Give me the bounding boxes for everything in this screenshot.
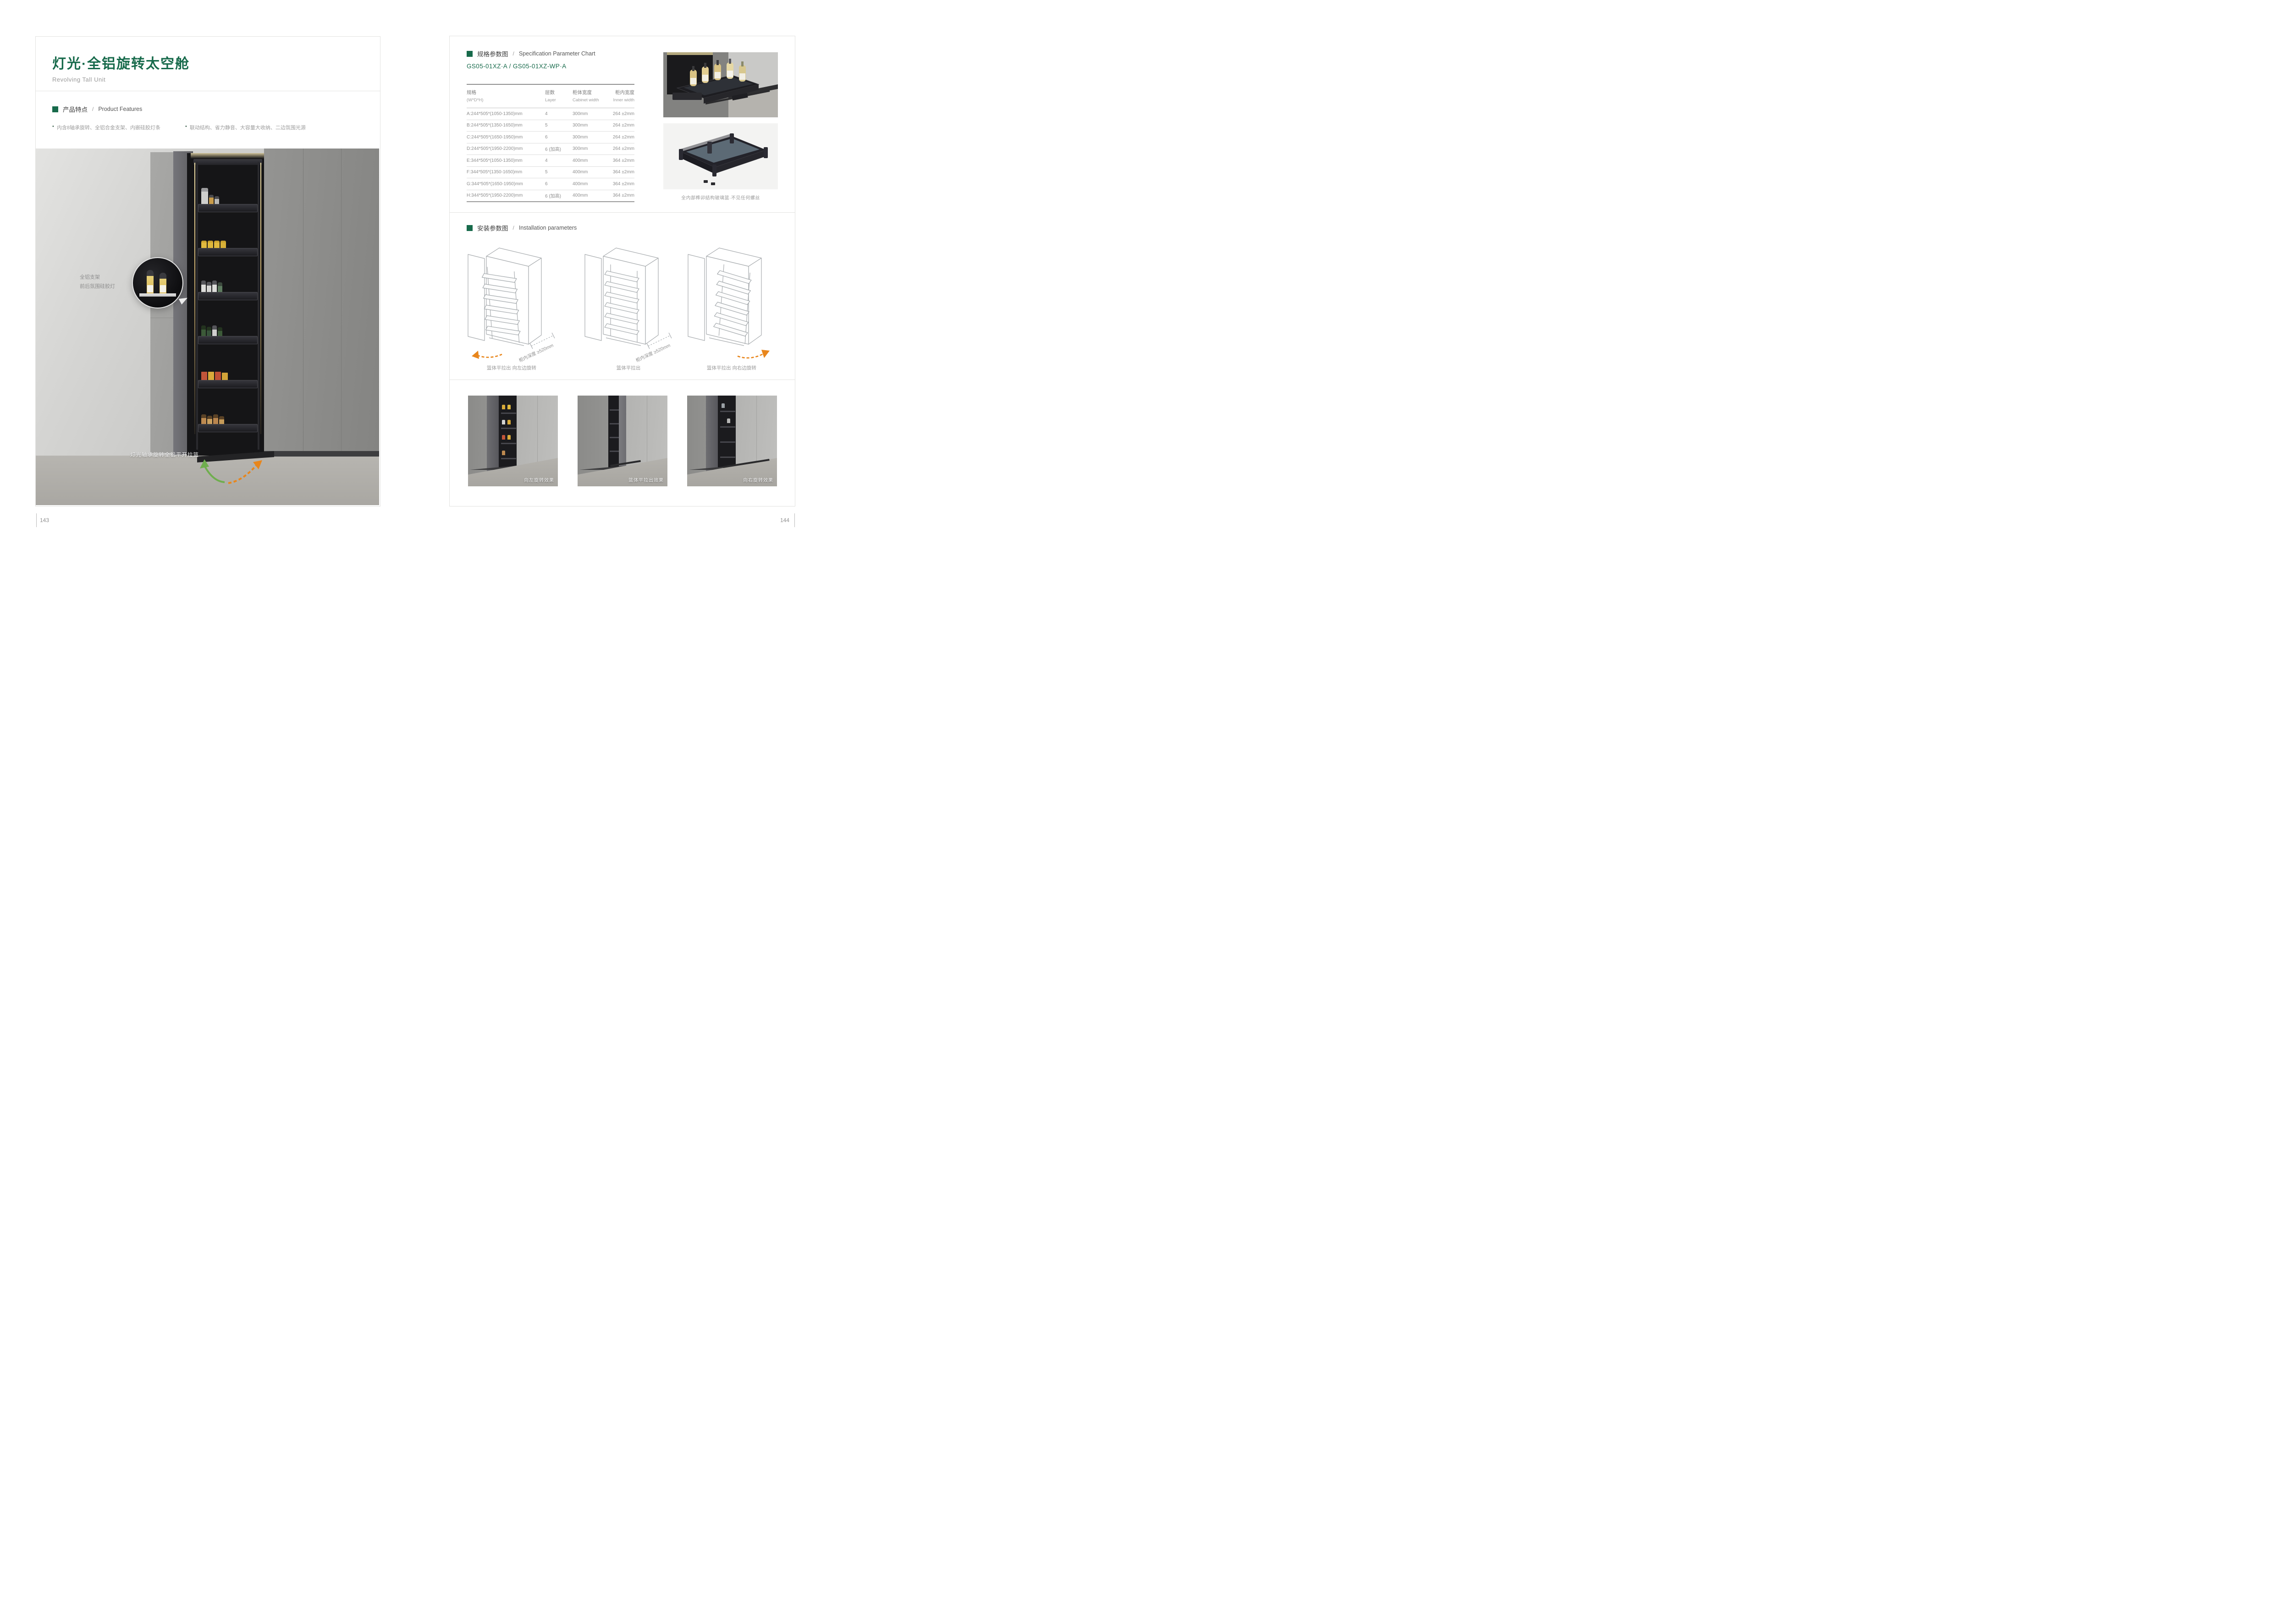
bottle-detail xyxy=(160,273,166,294)
section-marker-icon xyxy=(467,225,473,231)
basket-shelf xyxy=(198,320,258,344)
heading-separator: / xyxy=(513,225,514,231)
rotate-right-arrow-icon xyxy=(228,465,257,483)
rotate-right-arc-icon xyxy=(738,353,764,358)
page-title: 灯光·全铝旋转太空舱 xyxy=(52,52,190,72)
section-marker-icon xyxy=(467,51,473,57)
bullet-dot-icon: • xyxy=(52,124,54,130)
table-row: B:244*505*(1350-1650)mm5300mm264 ±2mm xyxy=(467,120,634,132)
basket-shelf xyxy=(198,364,258,388)
features-heading: 产品特点 / Product Features xyxy=(52,105,364,114)
table-row: C:244*505*(1650-1950)mm6300mm264 ±2mm xyxy=(467,132,634,143)
table-row: G:344*505*(1650-1950)mm6400mm364 ±2mm xyxy=(467,178,634,190)
diagram-caption: 篮体平拉出 向右边旋转 xyxy=(683,364,780,371)
heading-separator: / xyxy=(92,106,94,112)
feature-bullet: • 内含8轴承旋转、全铝合金支架、内嵌硅胶灯条 xyxy=(52,124,160,131)
diagram-caption: 篮体平拉出 向左边旋转 xyxy=(463,364,560,371)
table-header-cell: 柜体宽度Cabinet width xyxy=(573,89,605,103)
revolving-pullout-unit xyxy=(191,159,265,452)
basket-shelf xyxy=(198,232,258,256)
title-block: 灯光·全铝旋转太空舱 Revolving Tall Unit xyxy=(52,52,190,83)
detail-photo-pullout xyxy=(663,52,778,117)
catalog-spread: 灯光·全铝旋转太空舱 Revolving Tall Unit 产品特点 / Pr… xyxy=(0,0,830,541)
effect-photo-pullout: 篮体平拉出效果 xyxy=(578,396,667,486)
callout-label: 全铝支架 前后氛围硅胶灯 xyxy=(80,273,115,292)
left-page-card: 灯光·全铝旋转太空舱 Revolving Tall Unit 产品特点 / Pr… xyxy=(35,36,380,506)
spec-table: 规格(W*D*H) 层数Layer 柜体宽度Cabinet width 柜内宽度… xyxy=(467,84,634,202)
bottle-detail xyxy=(147,270,154,294)
effect-caption: 向左旋转效果 xyxy=(524,476,554,483)
cabinet-plinth-shadow xyxy=(264,451,379,457)
product-features-section: 产品特点 / Product Features • 内含8轴承旋转、全铝合金支架… xyxy=(52,105,364,131)
callout-label-line2: 前后氛围硅胶灯 xyxy=(80,282,115,292)
spec-section-heading: 规格参数图 / Specification Parameter Chart xyxy=(467,49,595,58)
features-heading-en: Product Features xyxy=(98,106,142,112)
bullet-dot-icon: • xyxy=(185,124,187,130)
callout-label-line1: 全铝支架 xyxy=(80,273,115,282)
basket-photo-caption: 全内部榫卯结构玻璃篮·不见任何螺丝 xyxy=(663,194,778,201)
hero-product-photo: 全铝支架 前后氛围硅胶灯 灯光轴承旋转全铝平开拉篮 xyxy=(36,149,379,505)
table-row: A:244*505*(1050-1350)mm4300mm264 ±2mm xyxy=(467,108,634,120)
table-header-cell: 规格(W*D*H) xyxy=(467,89,545,103)
effect-photo-rotate-left: 向左旋转效果 xyxy=(468,396,558,486)
feature-bullet-text: 内含8轴承旋转、全铝合金支架、内嵌硅胶灯条 xyxy=(57,124,160,131)
heading-separator: / xyxy=(513,50,514,57)
features-heading-zh: 产品特点 xyxy=(63,105,88,114)
feature-bullets: • 内含8轴承旋转、全铝合金支架、内嵌硅胶灯条 • 联动结构、省力静音、大容量大… xyxy=(52,124,364,131)
table-header-cell: 柜内宽度Inner width xyxy=(605,89,634,103)
effect-caption: 篮体平拉出效果 xyxy=(628,476,664,483)
install-diagram-rotate-left: 柜内深度 ≥520mm xyxy=(463,241,560,363)
diagram-caption: 篮体平拉出 xyxy=(580,364,677,371)
table-row: H:344*505*(1950-2200)mm6 (加高)400mm364 ±2… xyxy=(467,190,634,203)
table-row: F:344*505*(1350-1650)mm5400mm364 ±2mm xyxy=(467,167,634,179)
basket-shelf xyxy=(198,276,258,300)
rotation-arrows-icon xyxy=(195,458,269,487)
effect-photo-rotate-right: 向右旋转效果 xyxy=(687,396,777,486)
page-number-right: 144 xyxy=(0,517,789,523)
right-page-card: 规格参数图 / Specification Parameter Chart GS… xyxy=(449,36,795,506)
spec-heading-en: Specification Parameter Chart xyxy=(519,50,595,57)
page-subtitle: Revolving Tall Unit xyxy=(52,76,190,83)
spec-table-header: 规格(W*D*H) 层数Layer 柜体宽度Cabinet width 柜内宽度… xyxy=(467,85,634,108)
page-number-rule xyxy=(794,513,795,527)
table-row: D:244*505*(1950-2200)mm6 (加高)300mm264 ±2… xyxy=(467,143,634,155)
basket-shelf xyxy=(198,188,258,212)
rotate-left-arrow-icon xyxy=(204,466,225,482)
table-header-cell: 层数Layer xyxy=(545,89,573,103)
feature-bullet: • 联动结构、省力静音、大容量大收纳、二边氛围光源 xyxy=(185,124,306,131)
rotate-left-arc-icon xyxy=(477,354,502,358)
install-section-heading: 安装参数图 / Installation parameters xyxy=(467,223,577,232)
install-heading-zh: 安装参数图 xyxy=(477,223,508,232)
section-divider xyxy=(450,212,795,213)
spec-heading-zh: 规格参数图 xyxy=(477,49,508,58)
detail-callout-circle xyxy=(132,257,183,308)
table-row: E:344*505*(1050-1350)mm4400mm364 ±2mm xyxy=(467,155,634,167)
install-diagram-rotate-right xyxy=(683,241,780,363)
install-heading-en: Installation parameters xyxy=(519,225,577,231)
feature-bullet-text: 联动结构、省力静音、大容量大收纳、二边氛围光源 xyxy=(190,124,306,131)
install-diagram-pullout: 柜内深度 ≥520mm xyxy=(580,241,677,363)
basket-shelf xyxy=(198,408,258,432)
photo-annotation: 灯光轴承旋转全铝平开拉篮 xyxy=(130,451,199,458)
section-marker-icon xyxy=(52,106,58,112)
effect-caption: 向右旋转效果 xyxy=(743,476,773,483)
cabinet-right-doors xyxy=(264,149,379,453)
detail-photo-basket xyxy=(663,123,778,189)
model-codes: GS05-01XZ·A / GS05-01XZ-WP·A xyxy=(467,63,567,70)
